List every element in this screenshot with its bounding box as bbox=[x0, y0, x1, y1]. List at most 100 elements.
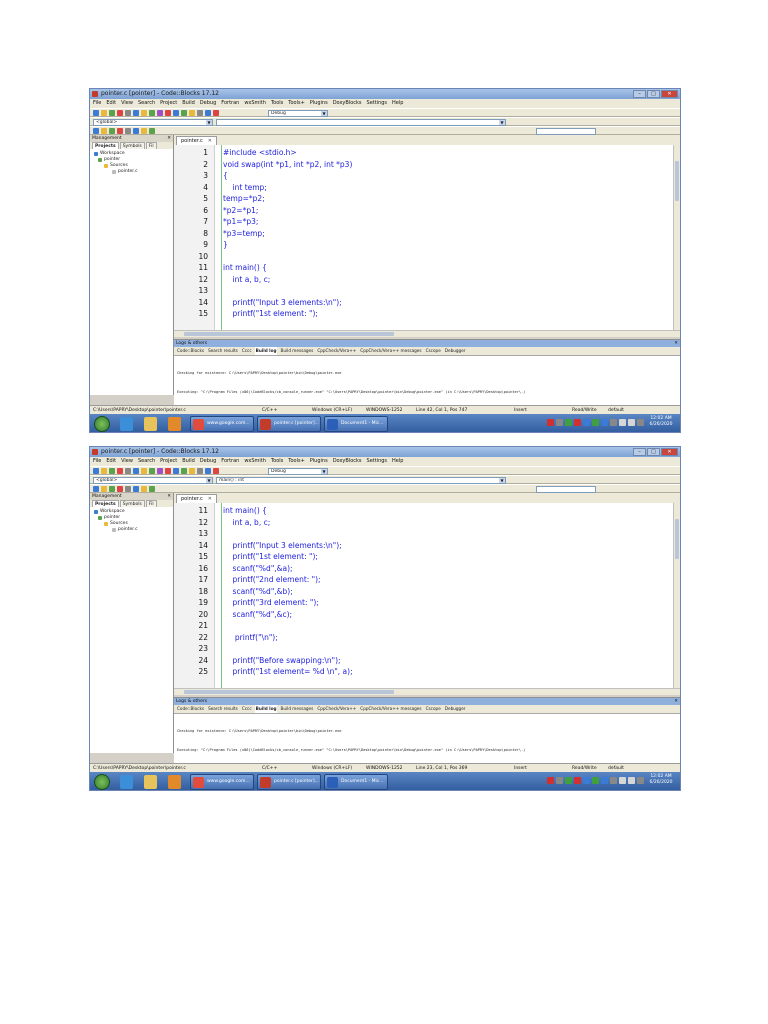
toolbar-icon[interactable] bbox=[117, 486, 123, 492]
code-line[interactable]: 21 bbox=[174, 620, 674, 632]
function-select[interactable]: ▼ bbox=[216, 119, 506, 126]
horizontal-scrollbar[interactable] bbox=[174, 330, 680, 337]
close-button[interactable]: ✕ bbox=[661, 90, 678, 98]
toolbar-icon[interactable] bbox=[125, 128, 131, 134]
log-tab[interactable]: Debugger bbox=[444, 347, 467, 355]
clock[interactable]: 12:02 AM 6/26/2020 bbox=[645, 774, 677, 786]
taskbar-button[interactable]: www.google.com... bbox=[190, 774, 254, 790]
vertical-scrollbar[interactable] bbox=[673, 145, 680, 330]
clock[interactable]: 12:02 AM 6/26/2020 bbox=[645, 416, 677, 428]
toolbar-icon[interactable] bbox=[149, 110, 155, 116]
menu-item[interactable]: Help bbox=[392, 457, 403, 466]
close-icon[interactable]: ✕ bbox=[208, 138, 212, 144]
toolbar-icon[interactable] bbox=[109, 128, 115, 134]
tree-item[interactable]: pointer.c bbox=[94, 527, 171, 533]
maximize-button[interactable]: □ bbox=[647, 448, 660, 456]
tray-icon[interactable] bbox=[565, 777, 572, 784]
toolbar-icon[interactable] bbox=[189, 110, 195, 116]
management-tab[interactable]: Projects bbox=[92, 500, 119, 507]
search-input[interactable] bbox=[536, 486, 596, 493]
log-tab[interactable]: Cscope bbox=[425, 705, 442, 713]
menu-item[interactable]: Tools bbox=[271, 457, 283, 466]
toolbar-icon[interactable] bbox=[213, 110, 219, 116]
menu-item[interactable]: Settings bbox=[367, 457, 388, 466]
management-tab[interactable]: Projects bbox=[92, 142, 119, 149]
scope-select[interactable]: <global> ▼ bbox=[93, 477, 213, 484]
menu-item[interactable]: Fortran bbox=[221, 99, 239, 108]
code-line[interactable]: 18 scanf("%d",&b); bbox=[174, 586, 674, 598]
close-icon[interactable]: ✕ bbox=[167, 135, 171, 142]
menu-item[interactable]: File bbox=[93, 99, 101, 108]
toolbar-icon[interactable] bbox=[101, 128, 107, 134]
tray-icon[interactable] bbox=[637, 777, 644, 784]
management-tab[interactable]: Symbols bbox=[119, 500, 145, 507]
code-line[interactable]: 13 bbox=[174, 528, 674, 540]
close-icon[interactable]: ✕ bbox=[167, 493, 171, 500]
log-tab[interactable]: Code::Blocks bbox=[176, 347, 205, 355]
tray-icon[interactable] bbox=[619, 777, 626, 784]
minimize-button[interactable]: – bbox=[633, 448, 646, 456]
tray-icon[interactable] bbox=[547, 419, 554, 426]
tray-icon[interactable] bbox=[547, 777, 554, 784]
tray-icon[interactable] bbox=[583, 419, 590, 426]
toolbar-icon[interactable] bbox=[173, 110, 179, 116]
close-icon[interactable]: ✕ bbox=[674, 698, 678, 705]
search-input[interactable] bbox=[536, 128, 596, 135]
media-player-icon[interactable] bbox=[168, 775, 181, 789]
code-line[interactable]: 5 temp=*p2; bbox=[174, 193, 674, 205]
menu-item[interactable]: Search bbox=[138, 99, 155, 108]
code-line[interactable]: 4 int temp; bbox=[174, 182, 674, 194]
code-line[interactable]: 2 void swap(int *p1, int *p2, int *p3) bbox=[174, 159, 674, 171]
toolbar-icon[interactable] bbox=[141, 486, 147, 492]
file-explorer-icon[interactable] bbox=[144, 417, 157, 431]
toolbar-icon[interactable] bbox=[133, 110, 139, 116]
log-tab[interactable]: Search results bbox=[207, 705, 239, 713]
toolbar-icon[interactable] bbox=[149, 468, 155, 474]
log-tab[interactable]: Cscope bbox=[425, 347, 442, 355]
function-select[interactable]: main() : int ▼ bbox=[216, 477, 506, 484]
toolbar-icon[interactable] bbox=[109, 468, 115, 474]
menu-item[interactable]: Project bbox=[160, 457, 177, 466]
code-line[interactable]: 12 int a, b, c; bbox=[174, 517, 674, 529]
code-line[interactable]: 23 bbox=[174, 643, 674, 655]
toolbar-icon[interactable] bbox=[205, 468, 211, 474]
toolbar-icon[interactable] bbox=[125, 486, 131, 492]
toolbar-icon[interactable] bbox=[109, 110, 115, 116]
code-line[interactable]: 9 } bbox=[174, 239, 674, 251]
toolbar-icon[interactable] bbox=[141, 110, 147, 116]
internet-explorer-icon[interactable] bbox=[120, 775, 133, 789]
toolbar-icon[interactable] bbox=[173, 468, 179, 474]
menu-item[interactable]: Tools+ bbox=[288, 457, 305, 466]
close-icon[interactable]: ✕ bbox=[208, 496, 212, 502]
toolbar-icon[interactable] bbox=[125, 468, 131, 474]
scrollbar-thumb[interactable] bbox=[184, 690, 394, 694]
code-line[interactable]: 12 int a, b, c; bbox=[174, 274, 674, 286]
tray-icon[interactable] bbox=[628, 777, 635, 784]
menu-item[interactable]: Help bbox=[392, 99, 403, 108]
horizontal-scrollbar[interactable] bbox=[174, 688, 680, 695]
menu-item[interactable]: Edit bbox=[106, 99, 116, 108]
toolbar-icon[interactable] bbox=[93, 110, 99, 116]
tray-icon[interactable] bbox=[592, 777, 599, 784]
menu-item[interactable]: View bbox=[121, 99, 133, 108]
tray-icon[interactable] bbox=[601, 419, 608, 426]
code-line[interactable]: 17 printf("2nd element: "); bbox=[174, 574, 674, 586]
menu-item[interactable]: wxSmith bbox=[244, 457, 266, 466]
build-target-select[interactable]: Debug ▼ bbox=[268, 110, 328, 117]
tray-icon[interactable] bbox=[637, 419, 644, 426]
log-tab[interactable]: Build log bbox=[254, 347, 278, 355]
code-editor[interactable]: 11 int main() { 12 int a, b, c; 13 14 pr… bbox=[174, 503, 674, 688]
log-tab[interactable]: Build log bbox=[254, 705, 278, 713]
scrollbar-thumb[interactable] bbox=[675, 519, 679, 559]
internet-explorer-icon[interactable] bbox=[120, 417, 133, 431]
toolbar-icon[interactable] bbox=[181, 110, 187, 116]
toolbar-icon[interactable] bbox=[101, 468, 107, 474]
toolbar-icon[interactable] bbox=[165, 468, 171, 474]
code-line[interactable]: 20 scanf("%d",&c); bbox=[174, 609, 674, 621]
menu-item[interactable]: Project bbox=[160, 99, 177, 108]
toolbar-icon[interactable] bbox=[125, 110, 131, 116]
code-line[interactable]: 10 bbox=[174, 251, 674, 263]
log-tab[interactable]: Cccc bbox=[241, 705, 253, 713]
log-tab[interactable]: CppCheck/Vera++ bbox=[316, 347, 357, 355]
toolbar-icon[interactable] bbox=[101, 110, 107, 116]
